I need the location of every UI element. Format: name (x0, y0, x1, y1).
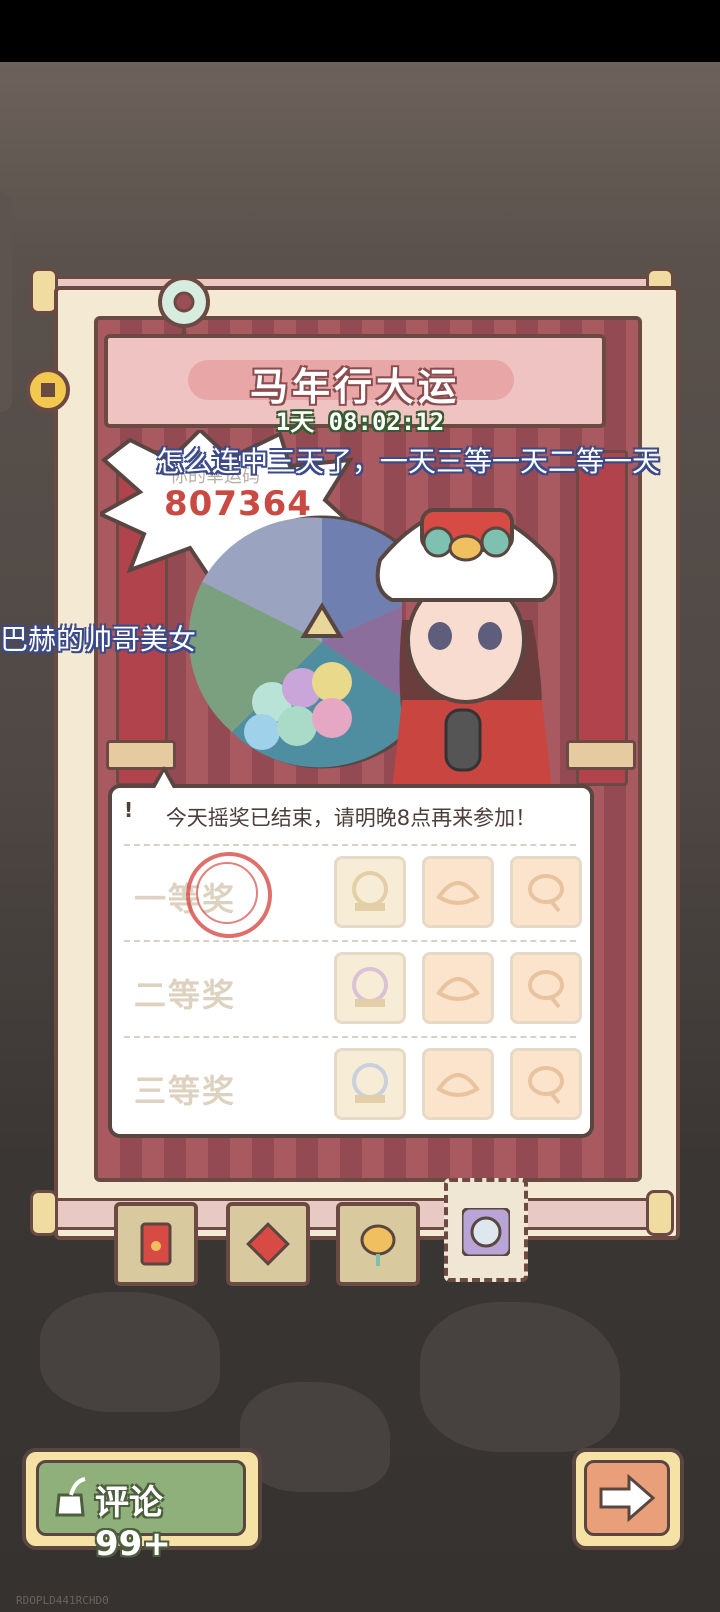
prize-row-third: 三等奖 (124, 1036, 582, 1134)
ink-pot-icon (55, 1477, 86, 1517)
fu-charm-icon (246, 1222, 290, 1266)
tab-fu-charm[interactable] (226, 1202, 310, 1286)
gacha-ball-icon (462, 1208, 510, 1256)
rock (420, 1302, 620, 1452)
rock (240, 1382, 390, 1492)
dumpling-icon (436, 1073, 480, 1097)
rod-cap (646, 1190, 674, 1236)
red-envelope-icon (140, 1222, 172, 1266)
prize-row-second: 二等奖 (124, 940, 582, 1038)
comment-button-label: 评论 99+ (95, 1483, 171, 1564)
arrow-right-icon (599, 1473, 656, 1523)
prize-slot[interactable] (422, 1048, 494, 1120)
crystal-ball-icon (352, 1063, 388, 1103)
prize-slot[interactable] (334, 952, 406, 1024)
watermark: RDOPLD441RCHD0 (16, 1594, 109, 1607)
danmaku-comment: 巴赫的帅哥美女 (0, 623, 197, 656)
lantern-icon (360, 1224, 396, 1266)
pillar-base (566, 740, 636, 770)
danmaku-comment: 怎么连中三天了，一天三等一天二等一天 (156, 445, 661, 478)
next-arrow-button[interactable] (572, 1448, 684, 1550)
lion-dance-girl-character (375, 508, 558, 790)
pillar (576, 450, 628, 786)
speech-bubble-icon (528, 970, 564, 1009)
prize-tier-label: 二等奖 (134, 976, 237, 1014)
draw-ended-notice: 今天摇奖已结束，请明晚8点再来参加！ (165, 806, 537, 830)
speech-bubble-icon (528, 874, 564, 913)
tab-lantern[interactable] (336, 1202, 420, 1286)
rock (40, 1292, 220, 1412)
prize-slot[interactable] (422, 952, 494, 1024)
tab-gacha[interactable] (444, 1178, 528, 1282)
dumpling-icon (436, 881, 480, 905)
crystal-ball-icon (352, 871, 388, 911)
speech-bubble-icon (528, 1066, 564, 1105)
prize-slot[interactable] (334, 856, 406, 928)
comment-button[interactable]: 评论 99+ (22, 1448, 262, 1564)
status-bar (0, 0, 720, 62)
tab-red-envelope[interactable] (114, 1202, 198, 1286)
dumpling-icon (436, 977, 480, 1001)
side-handle (0, 192, 12, 412)
crystal-ball-icon (352, 967, 388, 1007)
prize-slot[interactable] (510, 856, 582, 928)
won-stamp-icon (186, 852, 272, 938)
prize-card: ! 今天摇奖已结束，请明晚8点再来参加！ 一等奖 二等奖 三等奖 (108, 784, 594, 1138)
prize-tier-label: 三等奖 (134, 1072, 237, 1110)
coin-ornament-icon (26, 368, 70, 412)
prize-slot[interactable] (510, 1048, 582, 1120)
card-pointer-fill (154, 772, 174, 790)
prize-slot[interactable] (510, 952, 582, 1024)
rod-cap (30, 1190, 58, 1236)
prize-slot[interactable] (334, 1048, 406, 1120)
prize-slot[interactable] (422, 856, 494, 928)
